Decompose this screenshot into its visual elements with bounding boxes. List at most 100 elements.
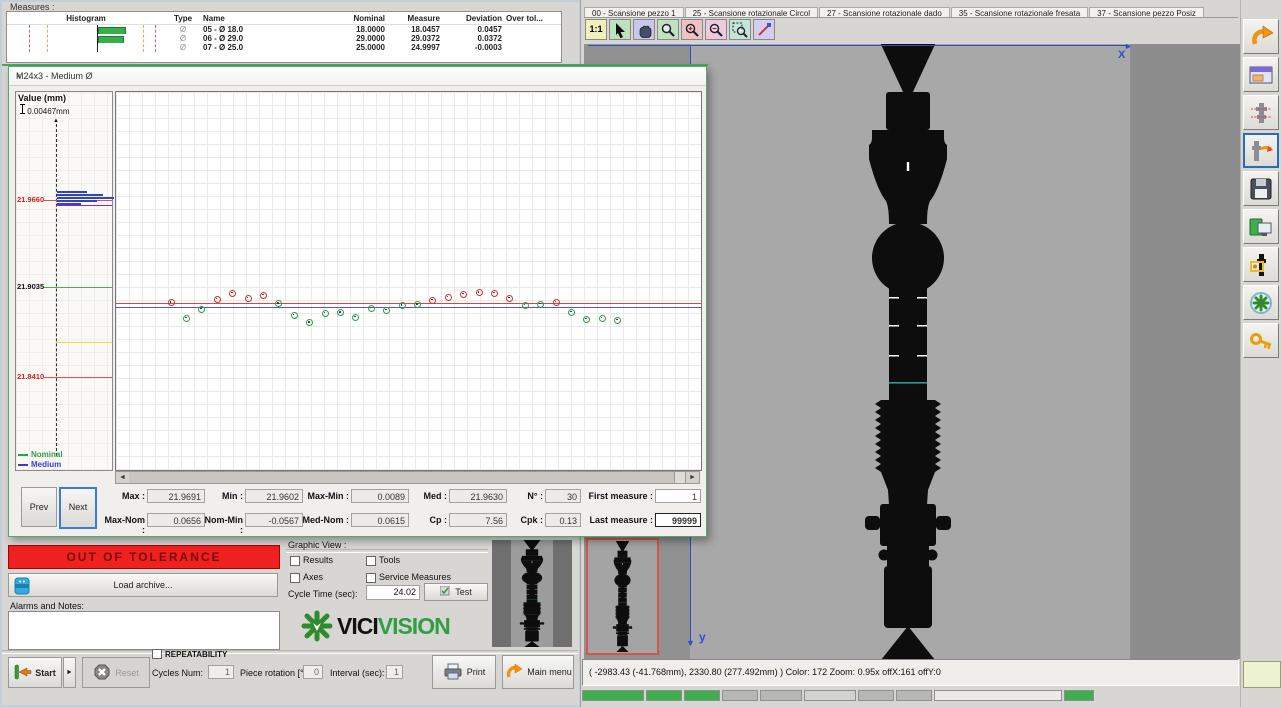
pan-tool-button[interactable] [633, 19, 655, 40]
corner-button[interactable] [1243, 661, 1281, 688]
part-probe-button[interactable] [1243, 133, 1279, 168]
part-camera-button[interactable] [1243, 247, 1279, 282]
test-button[interactable]: Test [424, 583, 488, 601]
measure-chart-dialog: M24x3 - Medium Ø × Value (mm) 0.00467mm … [8, 66, 707, 537]
measure-range-input[interactable]: 99999 [655, 513, 701, 527]
stat-field: 0.0656 [147, 513, 205, 527]
chart-point [429, 297, 436, 304]
measurement-chart[interactable] [115, 91, 702, 471]
tab-scan-program[interactable]: 37 - Scansione pezzo Posiz [1089, 7, 1204, 18]
tab-scan-program[interactable]: 35 - Scansione rotazionale fresata [951, 7, 1088, 18]
graphic-view-checkbox[interactable] [366, 573, 376, 583]
load-archive-button[interactable]: Load archive... [8, 573, 278, 597]
taskbar-item[interactable] [858, 690, 894, 701]
stat-field: 7.56 [449, 513, 507, 527]
axis-reference-line [44, 377, 112, 378]
tab-scan-program[interactable]: 27 - Scansione rotazionale dado [819, 7, 950, 18]
taskbar-item[interactable] [804, 690, 856, 701]
interval-field[interactable]: 1 [386, 665, 403, 679]
axis-line [56, 124, 57, 456]
zoom-in-icon [684, 22, 700, 38]
chart-point [368, 305, 375, 312]
taskbar-item[interactable] [934, 690, 1062, 701]
scroll-right-icon[interactable]: ► [685, 472, 699, 483]
repeatability-checkbox[interactable] [152, 649, 162, 659]
table-row[interactable]: Ø05 - Ø 18.018.000018.04570.0457 [7, 25, 561, 34]
zoom-region-button[interactable] [729, 19, 751, 40]
stat-field: 21.9602 [245, 489, 303, 503]
stat-field: 0.0615 [351, 513, 409, 527]
next-button[interactable]: Next [59, 487, 97, 529]
stat-field: 30 [545, 489, 581, 503]
taskbar-item[interactable] [646, 690, 682, 701]
graphic-view-checkbox[interactable] [366, 556, 376, 566]
prev-button[interactable]: Prev [21, 487, 57, 527]
cycle-time-field[interactable]: 24.02 [366, 585, 420, 600]
scale-1to1-button[interactable]: 1:1 [585, 19, 607, 40]
axis-division: 0.00467mm [20, 104, 69, 116]
stat-field: 21.9630 [449, 489, 507, 503]
table-row[interactable]: Ø07 - Ø 25.025.000024.9997-0.0003 [7, 43, 561, 52]
taskbar-item[interactable] [896, 690, 932, 701]
chart-point [383, 307, 390, 314]
taskbar-item[interactable] [760, 690, 802, 701]
vici-button[interactable] [1243, 285, 1279, 320]
measure-line-button[interactable] [753, 19, 775, 40]
scroll-thumb[interactable] [129, 472, 675, 483]
taskbar-item[interactable] [1064, 690, 1094, 701]
table-row[interactable]: Ø06 - Ø 29.029.000029.03720.0372 [7, 34, 561, 43]
legend-item: Nominal [18, 450, 63, 459]
start-button[interactable]: Start [8, 657, 62, 688]
part-tolerance-button[interactable] [1243, 95, 1279, 130]
save-button[interactable] [1243, 171, 1279, 206]
back-arrow-icon [1248, 25, 1274, 49]
out-of-tolerance-banner: OUT OF TOLERANCE [8, 545, 280, 569]
report-button[interactable] [1243, 209, 1279, 244]
cursor-tool-button[interactable] [609, 19, 631, 40]
status-bar: ( -2983.43 (-41.768mm), 2330.80 (277.492… [582, 659, 1239, 686]
axis-tick-label: 21.9035 [17, 282, 44, 291]
scroll-left-icon[interactable]: ◄ [116, 472, 130, 483]
stat-label: Last measure : [581, 515, 653, 525]
graphic-view-option-label: Service Measures [379, 572, 451, 582]
key-button[interactable] [1243, 323, 1279, 358]
close-icon[interactable]: × [16, 71, 700, 81]
zoom-tool-button[interactable] [657, 19, 679, 40]
chart-hscrollbar[interactable]: ◄ ► [115, 471, 700, 484]
chart-point [322, 310, 329, 317]
interval-label: Interval (sec): [330, 668, 385, 678]
axis-tick-label: 21.8410 [17, 372, 44, 381]
back-button[interactable] [1243, 19, 1279, 54]
graphic-view-checkbox[interactable] [290, 573, 300, 583]
chart-point [506, 295, 513, 302]
zoom-out-button[interactable] [705, 19, 727, 40]
measure-range-input[interactable]: 1 [655, 489, 701, 503]
measures-table-header: HistogramTypeNameNominalMeasureDeviation… [7, 12, 561, 25]
stat-label: Cpk : [503, 515, 543, 525]
window-view-button[interactable] [1243, 57, 1279, 92]
chart-point [583, 316, 590, 323]
alarms-notes-textarea[interactable] [8, 611, 280, 650]
cycles-num-field[interactable]: 1 [208, 665, 234, 679]
zoom-in-button[interactable] [681, 19, 703, 40]
part-tolerance-icon [1248, 101, 1274, 125]
dialog-titlebar[interactable]: M24x3 - Medium Ø × [9, 67, 706, 86]
chart-point [337, 309, 344, 316]
navigator-thumbnail[interactable] [586, 538, 659, 655]
chart-point [414, 301, 421, 308]
print-button[interactable]: Print [432, 655, 496, 689]
graphic-view-checkbox[interactable] [290, 556, 300, 566]
measures-table[interactable]: HistogramTypeNameNominalMeasureDeviation… [6, 11, 562, 63]
column-header: Deviation [442, 14, 504, 23]
main-menu-button[interactable]: Main menu [502, 655, 574, 689]
tab-scan-program[interactable]: 25 - Scansione rotazionale Circol [685, 7, 818, 18]
measures-table-body: Ø05 - Ø 18.018.000018.04570.0457Ø06 - Ø … [7, 25, 561, 52]
start-options-button[interactable]: ► [63, 657, 76, 688]
taskbar-item[interactable] [684, 690, 720, 701]
reset-button[interactable]: Reset [82, 657, 150, 688]
piece-rotation-field[interactable]: 0 [303, 665, 323, 679]
tab-scan-program[interactable]: 00 - Scansione pezzo 1 [584, 7, 684, 18]
chart-point [229, 290, 236, 297]
taskbar-item[interactable] [582, 690, 644, 701]
taskbar-item[interactable] [722, 690, 758, 701]
